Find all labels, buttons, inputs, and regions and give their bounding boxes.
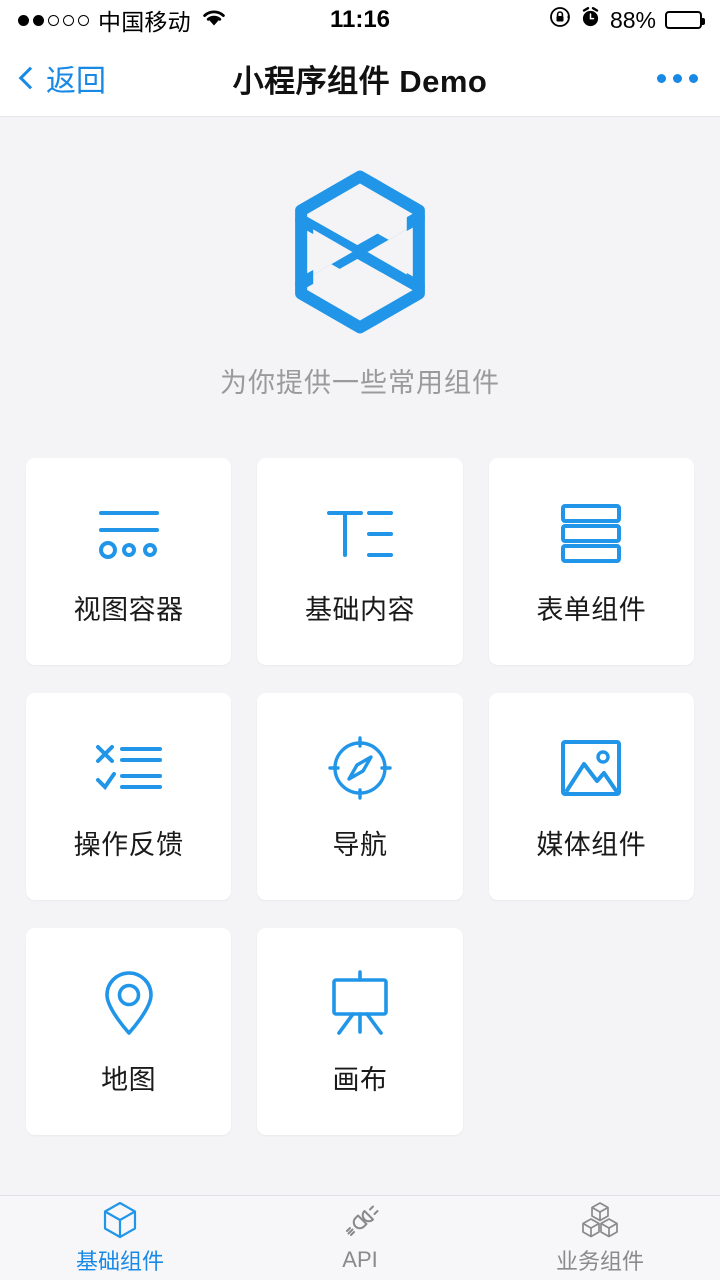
grid-card-label: 操作反馈 [73,830,184,860]
grid-card-media-components[interactable]: 媒体组件 [488,693,694,900]
status-bar-right: 88% [388,6,706,34]
carrier-label: 中国移动 [98,9,191,35]
alarm-clock-icon [580,6,601,34]
more-dots-icon[interactable] [657,73,698,83]
tab-business-components[interactable]: 业务组件 [480,1196,720,1280]
tab-label: API [342,1246,378,1272]
cube-icon [102,1201,138,1239]
navigation-compass-icon [327,731,393,805]
grid-card-label: 视图容器 [73,595,184,625]
cubes-stack-icon [580,1201,620,1239]
grid-card-map[interactable]: 地图 [26,928,232,1135]
tab-label: 业务组件 [555,1248,644,1274]
app-root: 中国移动 11:16 88% 返回 小程序组件 Demo 为你提供一些常用组件 … [0,0,720,1280]
navigation-bar: 返回 小程序组件 Demo [0,40,720,117]
grid-card-label: 地图 [101,1065,157,1095]
plug-connector-icon [340,1204,380,1242]
back-button-label: 返回 [46,65,106,98]
map-pin-icon [101,966,157,1040]
grid-card-navigation[interactable]: 导航 [257,693,463,900]
chevron-left-icon [18,66,42,90]
hexagon-logo-icon [284,169,436,335]
grid-card-canvas[interactable]: 画布 [257,928,463,1135]
rotation-lock-icon [549,6,571,34]
action-feedback-icon [90,731,168,805]
grid-card-label: 媒体组件 [536,830,647,860]
back-button[interactable]: 返回 [18,56,106,100]
signal-strength-icon [18,14,89,26]
status-bar: 中国移动 11:16 88% [0,0,720,40]
basic-content-icon [321,496,399,570]
tab-api[interactable]: API [240,1196,480,1280]
tab-label: 基础组件 [75,1248,164,1274]
media-image-icon [559,731,623,805]
grid-card-label: 画布 [332,1065,388,1095]
hero-section: 为你提供一些常用组件 [0,117,720,400]
tab-bar: 基础组件 API 业务组件 [0,1195,720,1280]
hero-subtitle: 为你提供一些常用组件 [220,368,500,398]
grid-card-view-container[interactable]: 视图容器 [26,458,232,665]
component-grid: 视图容器 基础内容 表单组件 操作反馈 导航 媒体组件 地图 画布 [0,458,720,1135]
grid-card-label: 导航 [332,830,388,860]
grid-card-form-components[interactable]: 表单组件 [488,458,694,665]
grid-card-basic-content[interactable]: 基础内容 [257,458,463,665]
canvas-easel-icon [325,966,395,1040]
main-content: 为你提供一些常用组件 视图容器 基础内容 表单组件 操作反馈 导航 媒体组件 地… [0,117,720,1195]
status-bar-left: 中国移动 [18,3,388,37]
grid-card-label: 表单组件 [536,595,647,625]
page-title: 小程序组件 Demo [232,63,488,99]
battery-icon [665,11,706,29]
wifi-icon [200,7,228,34]
grid-card-action-feedback[interactable]: 操作反馈 [26,693,232,900]
grid-card-label: 基础内容 [304,595,415,625]
view-container-icon [89,496,169,570]
battery-percent-label: 88% [609,6,657,33]
tab-basic-components[interactable]: 基础组件 [0,1196,240,1280]
form-components-icon [555,496,627,570]
